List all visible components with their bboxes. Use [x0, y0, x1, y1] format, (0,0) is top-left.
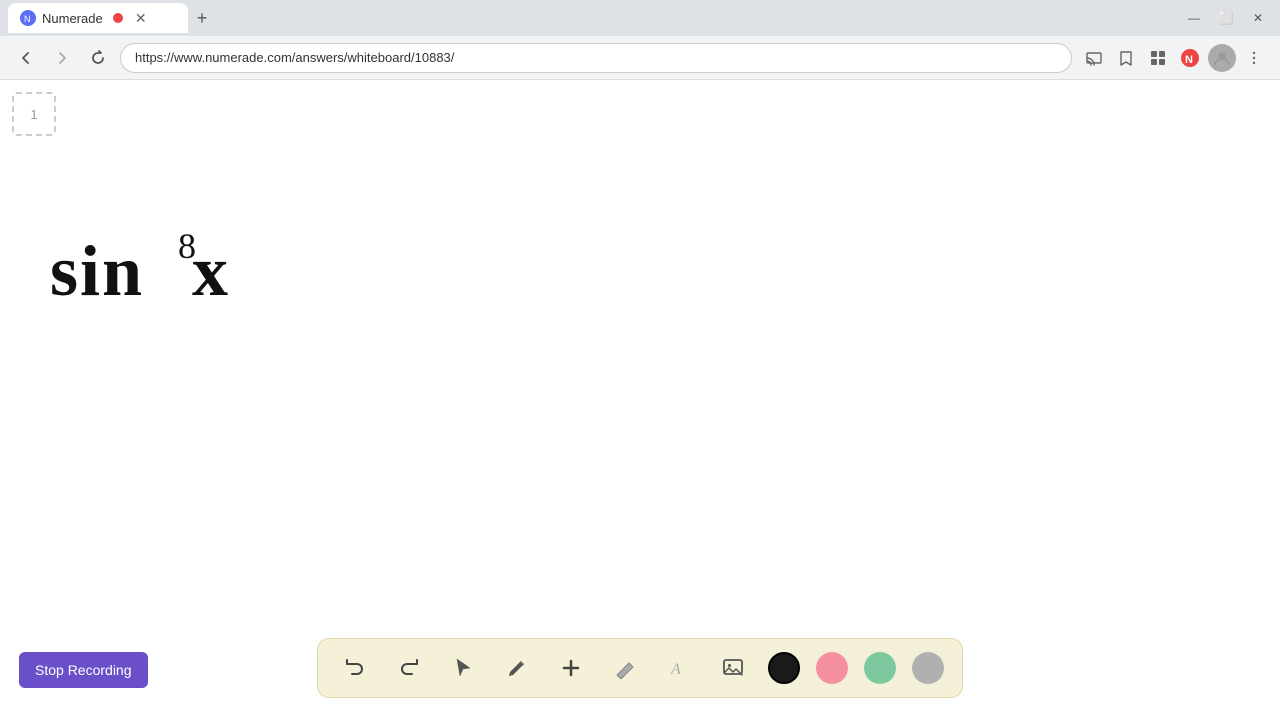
browser-tab[interactable]: N Numerade ✕: [8, 3, 188, 33]
redo-button[interactable]: [390, 649, 428, 687]
image-tool-button[interactable]: [714, 649, 752, 687]
svg-text:x: x: [192, 231, 228, 311]
tab-favicon: N: [20, 10, 36, 26]
math-svg: sin 8 x: [50, 220, 250, 320]
tab-title: Numerade: [42, 11, 103, 26]
toolbar: A: [317, 638, 963, 698]
more-options-button[interactable]: [1240, 44, 1268, 72]
pen-tool-button[interactable]: [498, 649, 536, 687]
add-button[interactable]: [552, 649, 590, 687]
account-button[interactable]: [1208, 44, 1236, 72]
color-pink[interactable]: [816, 652, 848, 684]
new-tab-button[interactable]: +: [188, 4, 216, 32]
eraser-tool-button[interactable]: [606, 649, 644, 687]
stop-recording-button[interactable]: Stop Recording: [19, 652, 148, 688]
url-text: https://www.numerade.com/answers/whitebo…: [135, 50, 454, 65]
svg-text:N: N: [24, 14, 31, 23]
recording-dot: [113, 13, 123, 23]
minimize-button[interactable]: —: [1180, 4, 1208, 32]
forward-button[interactable]: [48, 44, 76, 72]
window-controls: — ⬜ ✕: [1180, 4, 1272, 32]
numerade-extension-button[interactable]: N: [1176, 44, 1204, 72]
color-black[interactable]: [768, 652, 800, 684]
svg-text:N: N: [1185, 54, 1193, 66]
nav-bar: https://www.numerade.com/answers/whitebo…: [0, 36, 1280, 80]
whiteboard[interactable]: 1 sin 8 x Stop Recording: [0, 80, 1280, 720]
refresh-button[interactable]: [84, 44, 112, 72]
svg-text:sin: sin: [50, 231, 144, 311]
color-gray[interactable]: [912, 652, 944, 684]
maximize-button[interactable]: ⬜: [1212, 4, 1240, 32]
color-green[interactable]: [864, 652, 896, 684]
toolbar-wrapper: A: [317, 638, 963, 698]
svg-text:A: A: [670, 661, 681, 678]
undo-button[interactable]: [336, 649, 374, 687]
text-tool-button[interactable]: A: [660, 649, 698, 687]
title-bar: N Numerade ✕ + — ⬜ ✕: [0, 0, 1280, 36]
address-bar[interactable]: https://www.numerade.com/answers/whitebo…: [120, 43, 1072, 73]
bookmark-button[interactable]: [1112, 44, 1140, 72]
page-indicator: 1: [12, 92, 56, 136]
cast-button[interactable]: [1080, 44, 1108, 72]
whiteboard-math-content: sin 8 x: [50, 220, 250, 325]
back-button[interactable]: [12, 44, 40, 72]
select-tool-button[interactable]: [444, 649, 482, 687]
nav-actions: N: [1080, 44, 1268, 72]
tab-close-button[interactable]: ✕: [133, 10, 149, 26]
extensions-button[interactable]: [1144, 44, 1172, 72]
close-button[interactable]: ✕: [1244, 4, 1272, 32]
